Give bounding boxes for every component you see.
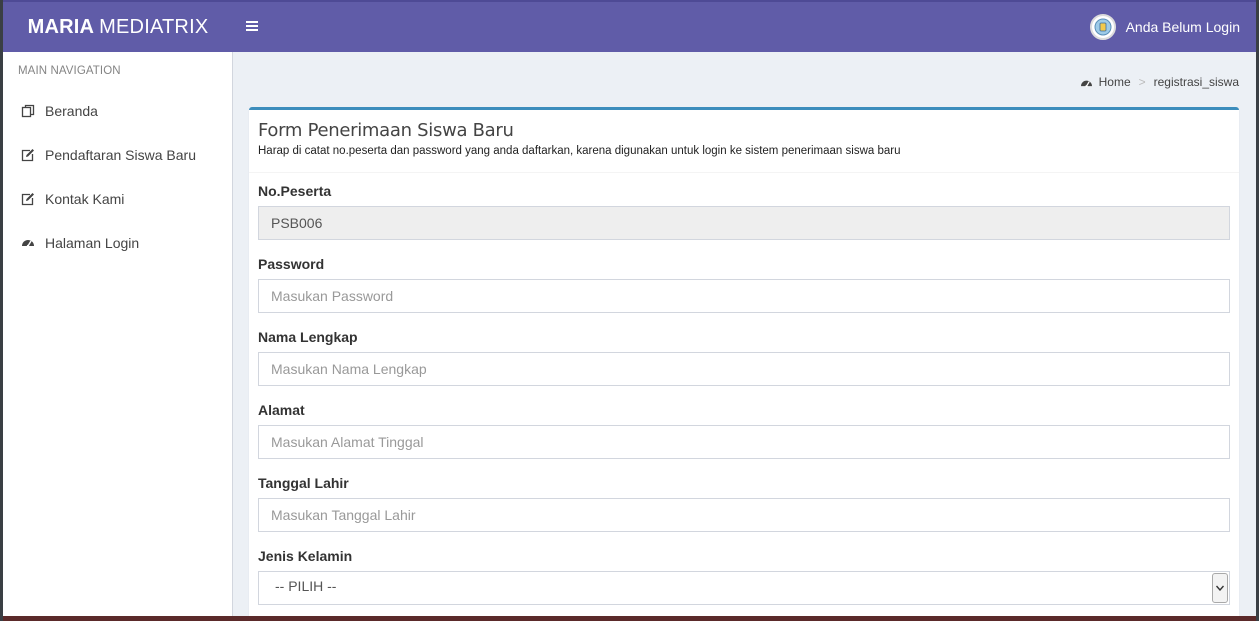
sidebar-item-label: Beranda xyxy=(45,103,98,119)
sidebar-item-beranda[interactable]: Beranda xyxy=(3,89,232,133)
breadcrumb-home-label: Home xyxy=(1098,75,1131,89)
user-menu[interactable]: Anda Belum Login xyxy=(1089,14,1240,40)
sidebar-item-kontak[interactable]: Kontak Kami xyxy=(3,177,232,221)
jenis-kelamin-select[interactable]: -- PILIH -- xyxy=(258,571,1230,605)
jenis-kelamin-label: Jenis Kelamin xyxy=(258,548,353,564)
copy-icon xyxy=(20,103,36,119)
main-content: Home > registrasi_siswa Form Penerimaan … xyxy=(233,52,1256,621)
top-navbar: MARIA MEDIATRIX Anda Belum Login xyxy=(3,0,1256,52)
breadcrumb-home[interactable]: Home xyxy=(1080,75,1131,89)
brand-logo[interactable]: MARIA MEDIATRIX xyxy=(3,2,233,52)
sidebar-header: MAIN NAVIGATION xyxy=(18,65,121,77)
password-label: Password xyxy=(258,256,325,272)
field-jenis-kelamin: Jenis Kelamin -- PILIH -- xyxy=(258,548,1230,605)
field-tanggal-lahir: Tanggal Lahir xyxy=(258,475,1230,532)
sidebar-item-pendaftaran[interactable]: Pendaftaran Siswa Baru xyxy=(3,133,232,177)
form-subtitle: Harap di catat no.peserta dan password y… xyxy=(258,145,901,157)
field-alamat: Alamat xyxy=(258,402,1230,459)
password-input[interactable] xyxy=(258,279,1230,313)
user-status-label: Anda Belum Login xyxy=(1125,19,1240,35)
no-peserta-input[interactable] xyxy=(258,206,1230,240)
registration-form: No.Peserta Password Nama Lengkap Alamat xyxy=(249,173,1239,605)
sidebar: MAIN NAVIGATION Beranda Pendaftaran Sisw… xyxy=(3,52,233,621)
dashboard-icon xyxy=(20,235,36,251)
field-no-peserta: No.Peserta xyxy=(258,183,1230,240)
sidebar-item-login[interactable]: Halaman Login xyxy=(3,221,232,265)
chevron-down-icon[interactable] xyxy=(1212,573,1228,603)
field-nama-lengkap: Nama Lengkap xyxy=(258,329,1230,386)
tanggal-lahir-label: Tanggal Lahir xyxy=(258,475,349,491)
tanggal-lahir-input[interactable] xyxy=(258,498,1230,532)
no-peserta-label: No.Peserta xyxy=(258,183,332,199)
field-password: Password xyxy=(258,256,1230,313)
breadcrumb-current: registrasi_siswa xyxy=(1153,75,1239,89)
breadcrumb-separator: > xyxy=(1138,75,1146,89)
form-title: Form Penerimaan Siswa Baru xyxy=(258,120,514,141)
alamat-label: Alamat xyxy=(258,402,305,418)
form-header: Form Penerimaan Siswa Baru Harap di cata… xyxy=(249,110,1239,173)
registration-form-box: Form Penerimaan Siswa Baru Harap di cata… xyxy=(249,107,1239,621)
brand-bold: MARIA xyxy=(27,15,95,38)
nama-lengkap-label: Nama Lengkap xyxy=(258,329,358,345)
sidebar-item-label: Pendaftaran Siswa Baru xyxy=(45,147,196,163)
edit-icon xyxy=(20,191,36,207)
dashboard-icon xyxy=(1080,80,1092,87)
alamat-input[interactable] xyxy=(258,425,1230,459)
app-window: MARIA MEDIATRIX Anda Belum Login MAIN NA… xyxy=(0,0,1259,621)
nama-lengkap-input[interactable] xyxy=(258,352,1230,386)
sidebar-item-label: Kontak Kami xyxy=(45,191,125,207)
breadcrumb: Home > registrasi_siswa xyxy=(1080,75,1239,89)
edit-icon xyxy=(20,147,36,163)
os-taskbar xyxy=(3,616,1256,621)
brand-light: MEDIATRIX xyxy=(99,15,209,38)
sidebar-toggle-icon[interactable] xyxy=(246,18,262,36)
avatar xyxy=(1089,14,1116,40)
jenis-kelamin-value: -- PILIH -- xyxy=(258,571,1230,605)
sidebar-item-label: Halaman Login xyxy=(45,235,140,251)
